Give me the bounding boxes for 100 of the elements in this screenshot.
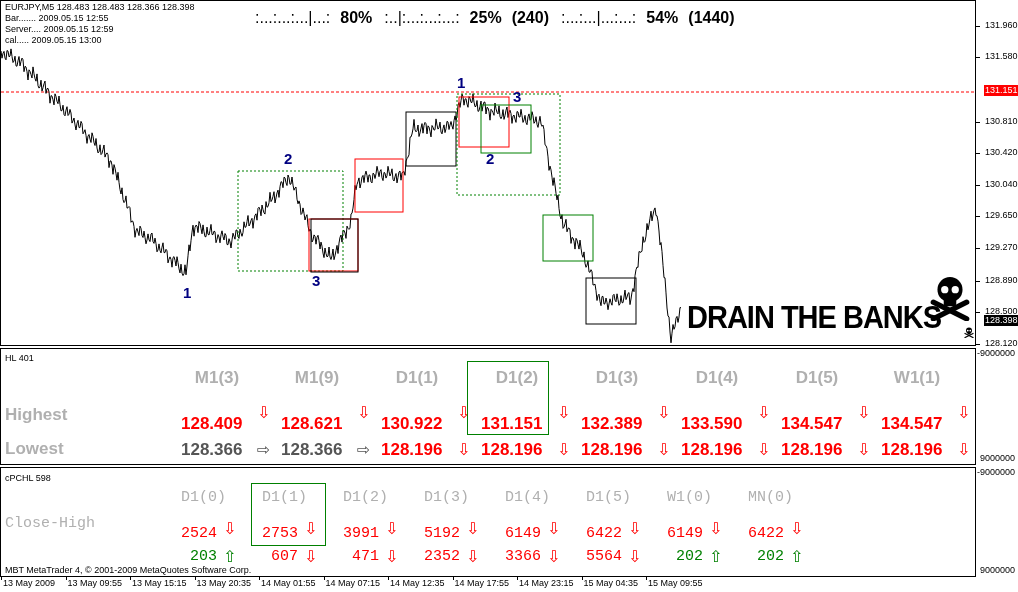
gauge-count: (1440) (688, 8, 735, 28)
low-value: 203 (189, 546, 217, 566)
column-header: D1(2) (342, 488, 389, 508)
column-header: M1(3) (193, 367, 241, 389)
price-label: 131.151 (984, 85, 1018, 96)
low-value: 128.366 (181, 439, 244, 462)
arrow-sign: ⇧ (790, 549, 804, 565)
arrow-sign: ⇩ (557, 442, 571, 458)
range-box (542, 214, 594, 262)
low-value: 128.196 (781, 439, 844, 462)
gauge-scale: :..|:...:...:...: (384, 8, 460, 28)
time-label: 14 May 01:55 (261, 579, 316, 588)
column-header: D1(4) (504, 488, 551, 508)
wave-label: 1 (183, 285, 192, 300)
price-label: 128.120 (984, 338, 1018, 349)
gauge-percent: 80% (340, 8, 373, 28)
axis-label: 9000000 (980, 566, 1016, 575)
time-label: 13 May 15:15 (132, 579, 187, 588)
high-value: 6149 (666, 523, 703, 544)
axis-label: -9000000 (977, 349, 1016, 358)
column-header: D1(1) (261, 488, 308, 508)
arrow-sign: ⇩ (547, 549, 561, 565)
wave-label: 2 (284, 151, 293, 166)
low-value: 202 (675, 546, 703, 567)
low-value: 128.196 (381, 439, 444, 462)
time-label: 13 May 20:35 (196, 579, 252, 588)
column-header: W1(0) (666, 488, 713, 508)
arrow-sign: ⇩ (957, 442, 971, 458)
arrow-sign: ⇩ (466, 549, 480, 565)
time-label: 15 May 09:55 (648, 579, 703, 588)
arrow-sign: ⇩ (547, 521, 561, 537)
high-value: 6149 (504, 523, 541, 544)
time-label: 14 May 23:15 (519, 579, 574, 588)
time-label: 13 May 09:55 (67, 579, 123, 588)
high-value: 131.151 (481, 413, 544, 435)
arrow-sign: ⇩ (457, 442, 471, 458)
arrow-sign: ⇩ (790, 521, 804, 537)
range-box (585, 277, 637, 325)
high-value: 2753 (261, 523, 298, 544)
arrow-sign: ⇩ (957, 405, 971, 421)
arrow-sign: ⇨ (357, 442, 371, 458)
high-value: 3991 (342, 523, 379, 544)
arrow-sign: ⇩ (385, 549, 399, 565)
price-label: 131.960 (984, 20, 1018, 31)
wave-label: 3 (513, 89, 522, 104)
column-header: D1(5) (794, 367, 840, 389)
arrow-sign: ⇩ (223, 521, 237, 537)
arrow-sign: ⇩ (304, 521, 318, 537)
time-label: 14 May 12:35 (390, 579, 445, 588)
arrow-sign: ⇧ (709, 549, 723, 565)
high-value: 6422 (585, 523, 622, 544)
price-label: 129.270 (984, 242, 1018, 253)
axis-label: -9000000 (977, 468, 1016, 477)
column-header: D1(0) (180, 488, 227, 508)
low-value: 128.196 (581, 439, 644, 462)
arrow-sign: ⇩ (466, 521, 480, 537)
low-value: 128.196 (481, 439, 544, 462)
high-value: 5192 (423, 523, 460, 544)
arrow-sign: ⇧ (223, 549, 237, 565)
low-value: 3366 (504, 546, 541, 567)
arrow-sign: ⇩ (709, 521, 723, 537)
column-header: D1(3) (423, 488, 470, 508)
arrow-sign: ⇩ (257, 405, 271, 421)
panel-title: cPCHL 598 (5, 472, 51, 485)
time-label: 15 May 04:35 (583, 579, 639, 588)
high-value: 2524 (180, 523, 217, 544)
gauge-count: (240) (511, 8, 549, 28)
arrow-sign: ⇩ (557, 405, 571, 421)
low-value: 128.196 (881, 439, 944, 462)
arrow-sign: ⇩ (304, 549, 318, 565)
low-value: 607 (270, 546, 298, 567)
high-value: 128.621 (281, 413, 344, 435)
high-value: 130.922 (381, 413, 444, 435)
column-header: MN(0) (747, 488, 794, 508)
price-label: 130.040 (984, 179, 1018, 190)
row-label: Close-High (5, 514, 96, 534)
row-label: Highest (5, 404, 69, 426)
column-header: M1(9) (293, 367, 341, 389)
arrow-sign: ⇩ (385, 521, 399, 537)
column-header: W1(1) (892, 367, 942, 389)
arrow-sign: ⇩ (657, 442, 671, 458)
column-header: D1(2) (494, 367, 540, 389)
high-value: 133.590 (681, 413, 744, 435)
wave-label: 3 (312, 273, 321, 288)
arrow-sign: ⇩ (628, 549, 642, 565)
arrow-sign: ⇩ (457, 405, 471, 421)
arrow-sign: ⇩ (357, 405, 371, 421)
low-value: 2352 (423, 546, 460, 567)
low-value: 471 (351, 546, 379, 567)
arrow-sign: ⇩ (857, 442, 871, 458)
price-label: 131.580 (984, 51, 1018, 62)
time-label: 13 May 2009 (3, 579, 56, 588)
time-label: 14 May 07:15 (325, 579, 381, 588)
copyright-text: MBT MetaTrader 4, © 2001-2009 MetaQuotes Software Corp. (5, 566, 252, 575)
panel-title: HL 401 (5, 352, 34, 365)
gauge-percent: 25% (469, 8, 502, 28)
row-label: Lowest (5, 438, 65, 460)
low-value: 5564 (585, 546, 622, 567)
arrow-sign: ⇩ (628, 521, 642, 537)
axis-label: 9000000 (980, 454, 1016, 463)
